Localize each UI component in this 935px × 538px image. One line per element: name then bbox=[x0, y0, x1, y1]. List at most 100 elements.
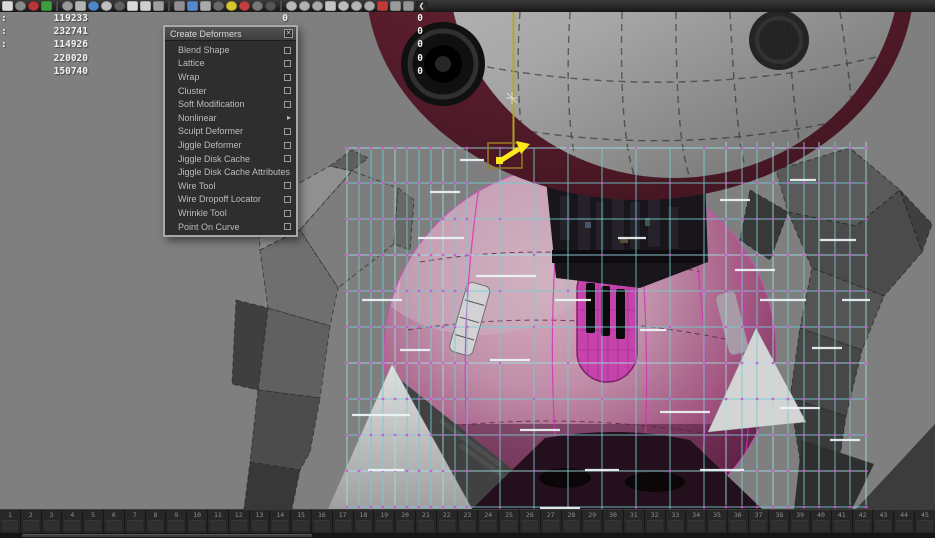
timeline-frame-7[interactable]: 7 bbox=[124, 510, 145, 533]
timeline-frame-14[interactable]: 14 bbox=[269, 510, 290, 533]
timeline-frame-39[interactable]: 39 bbox=[789, 510, 810, 533]
timeline-frame-30[interactable]: 30 bbox=[602, 510, 623, 533]
circle-icon-1[interactable] bbox=[286, 1, 297, 11]
timeline-frame-5[interactable]: 5 bbox=[82, 510, 103, 533]
timeline-frame-15[interactable]: 15 bbox=[290, 510, 311, 533]
grid-icon-2[interactable] bbox=[140, 1, 151, 11]
timeline-frame-4[interactable]: 4 bbox=[61, 510, 82, 533]
range-slider-bar[interactable] bbox=[22, 534, 312, 537]
gear-dark-icon[interactable] bbox=[213, 1, 224, 11]
option-box-icon[interactable] bbox=[284, 74, 291, 81]
box-pair-icon[interactable] bbox=[390, 1, 401, 11]
menu-item-nonlinear[interactable]: Nonlinear▸ bbox=[165, 111, 296, 125]
timeline-frame-22[interactable]: 22 bbox=[436, 510, 457, 533]
cone-icon[interactable] bbox=[325, 1, 336, 11]
timeline-frame-45[interactable]: 45 bbox=[914, 510, 935, 533]
dot-gray-icon[interactable] bbox=[252, 1, 263, 11]
menu-item-wrinkle-tool[interactable]: Wrinkle Tool bbox=[165, 206, 296, 220]
timeline-frame-10[interactable]: 10 bbox=[186, 510, 207, 533]
option-box-icon[interactable] bbox=[284, 182, 291, 189]
timeline-frame-8[interactable]: 8 bbox=[145, 510, 166, 533]
option-box-icon[interactable] bbox=[284, 223, 291, 230]
timeline-frame-31[interactable]: 31 bbox=[623, 510, 644, 533]
timeline-frame-43[interactable]: 43 bbox=[872, 510, 893, 533]
menu-item-cluster[interactable]: Cluster bbox=[165, 84, 296, 98]
menu-title-bar[interactable]: Create Deformers ✕ bbox=[165, 27, 296, 41]
option-box-icon[interactable] bbox=[284, 142, 291, 149]
menu-item-blend-shape[interactable]: Blend Shape bbox=[165, 43, 296, 57]
close-icon[interactable]: ✕ bbox=[284, 29, 293, 38]
menu-item-wrap[interactable]: Wrap bbox=[165, 70, 296, 84]
timeline-frame-6[interactable]: 6 bbox=[103, 510, 124, 533]
timeline-frame-26[interactable]: 26 bbox=[519, 510, 540, 533]
menu-item-jiggle-disk-cache-attributes[interactable]: Jiggle Disk Cache Attributes bbox=[165, 165, 296, 179]
timeline-frame-33[interactable]: 33 bbox=[665, 510, 686, 533]
dot-dark-icon[interactable] bbox=[265, 1, 276, 11]
sphere-icon-a[interactable] bbox=[338, 1, 349, 11]
option-box-icon[interactable] bbox=[284, 101, 291, 108]
timeline-frame-1[interactable]: 1 bbox=[0, 510, 20, 533]
sphere-blue-icon[interactable] bbox=[88, 1, 99, 11]
viewport-3d[interactable] bbox=[0, 12, 935, 509]
sphere-red-icon[interactable] bbox=[28, 1, 39, 11]
file-icon[interactable] bbox=[2, 1, 13, 11]
sphere-dark-icon[interactable] bbox=[114, 1, 125, 11]
timeline-frame-16[interactable]: 16 bbox=[311, 510, 332, 533]
back-arrow-icon[interactable]: ❮ bbox=[416, 1, 427, 11]
timeline-frame-44[interactable]: 44 bbox=[893, 510, 914, 533]
menu-item-wire-dropoff-locator[interactable]: Wire Dropoff Locator bbox=[165, 193, 296, 207]
circle-icon-2[interactable] bbox=[299, 1, 310, 11]
shelf-green-icon[interactable] bbox=[41, 1, 52, 11]
sphere-gray-icon[interactable] bbox=[101, 1, 112, 11]
timeline-frame-42[interactable]: 42 bbox=[852, 510, 873, 533]
box-icon[interactable] bbox=[174, 1, 185, 11]
timeline-frame-35[interactable]: 35 bbox=[706, 510, 727, 533]
option-box-icon[interactable] bbox=[284, 87, 291, 94]
option-box-icon[interactable] bbox=[284, 47, 291, 54]
timeline-frame-21[interactable]: 21 bbox=[415, 510, 436, 533]
timeline-frame-13[interactable]: 13 bbox=[249, 510, 270, 533]
circle-icon-3[interactable] bbox=[312, 1, 323, 11]
option-box-icon[interactable] bbox=[284, 128, 291, 135]
timeline-frame-28[interactable]: 28 bbox=[561, 510, 582, 533]
timeline-track[interactable]: 1234567891011121314151617181920212223242… bbox=[0, 509, 935, 533]
glyph-red-icon[interactable] bbox=[377, 1, 388, 11]
timeline-frame-36[interactable]: 36 bbox=[727, 510, 748, 533]
timeline-frame-11[interactable]: 11 bbox=[207, 510, 228, 533]
menu-item-lattice[interactable]: Lattice bbox=[165, 57, 296, 71]
sphere-icon-b[interactable] bbox=[351, 1, 362, 11]
option-box-icon[interactable] bbox=[284, 155, 291, 162]
menu-item-jiggle-deformer[interactable]: Jiggle Deformer bbox=[165, 138, 296, 152]
gear-icon[interactable] bbox=[15, 1, 26, 11]
timeline-frame-32[interactable]: 32 bbox=[644, 510, 665, 533]
timeline-frame-37[interactable]: 37 bbox=[748, 510, 769, 533]
dot-red-icon[interactable] bbox=[239, 1, 250, 11]
timeline-frame-2[interactable]: 2 bbox=[20, 510, 41, 533]
option-box-icon[interactable] bbox=[284, 210, 291, 217]
timeline-frame-23[interactable]: 23 bbox=[457, 510, 478, 533]
keyboard-icon[interactable] bbox=[75, 1, 86, 11]
timeline-frame-27[interactable]: 27 bbox=[540, 510, 561, 533]
timeline-frame-34[interactable]: 34 bbox=[685, 510, 706, 533]
gear-icon-2[interactable] bbox=[62, 1, 73, 11]
timeline-frame-40[interactable]: 40 bbox=[810, 510, 831, 533]
timeline-frame-17[interactable]: 17 bbox=[332, 510, 353, 533]
timeline-frame-18[interactable]: 18 bbox=[353, 510, 374, 533]
timeline-frame-3[interactable]: 3 bbox=[41, 510, 62, 533]
sphere-icon-c[interactable] bbox=[364, 1, 375, 11]
menu-item-jiggle-disk-cache[interactable]: Jiggle Disk Cache bbox=[165, 152, 296, 166]
timeline-frame-38[interactable]: 38 bbox=[768, 510, 789, 533]
option-box-icon[interactable] bbox=[284, 60, 291, 67]
timeline-frame-20[interactable]: 20 bbox=[394, 510, 415, 533]
box-outline-icon[interactable] bbox=[200, 1, 211, 11]
menu-item-point-on-curve[interactable]: Point On Curve bbox=[165, 220, 296, 234]
menu-item-sculpt-deformer[interactable]: Sculpt Deformer bbox=[165, 125, 296, 139]
box-pair-icon-2[interactable] bbox=[403, 1, 414, 11]
menu-item-wire-tool[interactable]: Wire Tool bbox=[165, 179, 296, 193]
timeline-frame-19[interactable]: 19 bbox=[373, 510, 394, 533]
timeline-frame-12[interactable]: 12 bbox=[228, 510, 249, 533]
grid-icon[interactable] bbox=[127, 1, 138, 11]
sphere-yellow-icon[interactable] bbox=[226, 1, 237, 11]
tool-icon[interactable] bbox=[153, 1, 164, 11]
timeline-frame-41[interactable]: 41 bbox=[831, 510, 852, 533]
